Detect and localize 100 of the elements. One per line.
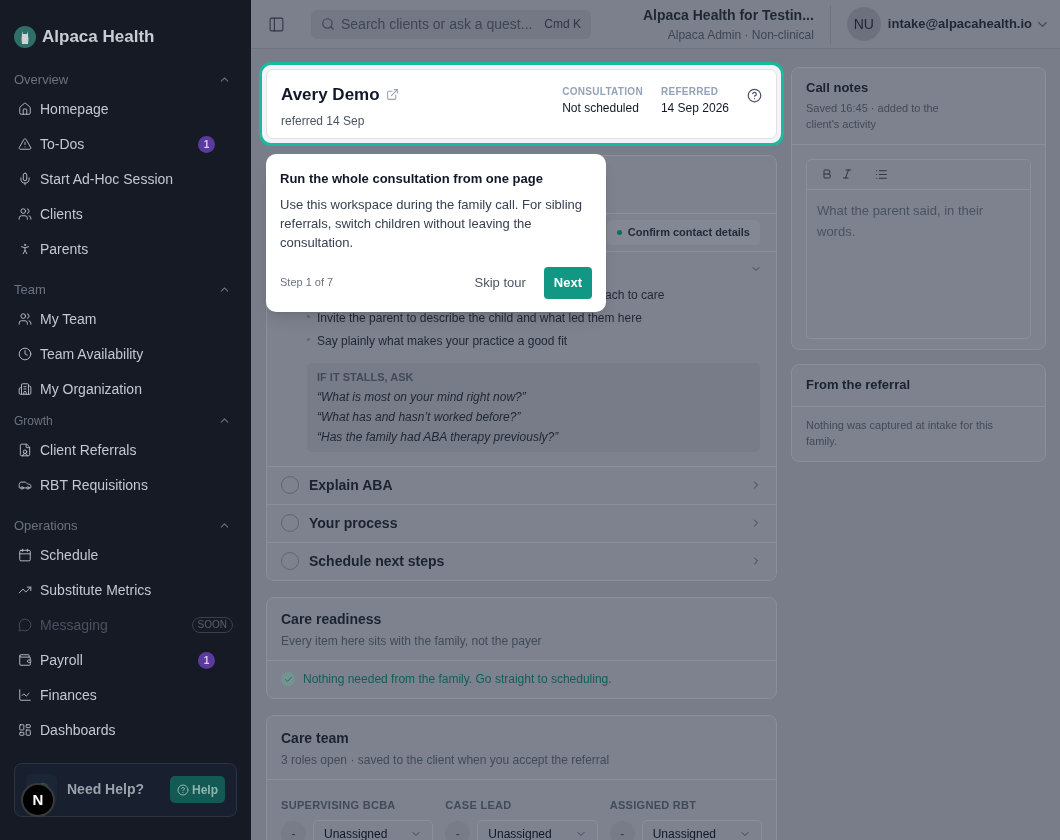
role-label: ASSIGNED RBT [609,797,698,813]
readiness-status: Nothing needed from the family. Go straight to scheduling. [303,671,612,688]
tour-body: Use this workspace during the family call. For sibling referrals, switch children without leaving the consultation. [280,195,583,252]
nav-item[interactable]: My Team [14,301,237,337]
nav-label: Start Ad-Hoc Session [40,169,175,189]
nav-label: To-Dos [40,134,86,154]
prompt-question: “What has and hasn’t worked before?” [317,408,522,426]
nav-label: Dashboards [40,720,117,740]
nav-label: Homepage [40,99,110,119]
nav-label: Messaging [40,615,109,635]
nav-item[interactable]: Dashboards [14,712,237,748]
help-icon[interactable] [747,88,762,103]
org-name: Alpaca Health for Testin... [642,5,814,25]
bullet-text: Say plainly what makes your practice a good fit [317,333,568,350]
building-icon [18,382,32,396]
nav-item[interactable]: Finances [14,677,237,713]
field-label: REFERRED [660,85,720,99]
nav-item[interactable]: Start Ad-Hoc Session [14,161,237,197]
step-title[interactable]: Explain ABA [309,474,740,496]
check-icon [281,672,295,686]
line-chart-icon [18,688,32,702]
next-button[interactable]: Next [543,266,592,299]
role-select[interactable]: Unassigned [313,820,434,840]
help-title: Need Help? [67,780,145,799]
field-value: Not scheduled [562,100,640,117]
prompt-question: “What is most on your mind right now?” [317,388,527,406]
nav-label: Parents [40,239,90,259]
referral-body: Nothing was captured at intake for this family. [806,417,995,449]
card-subtitle: Saved 16:45 · added to the client's activity [806,100,940,132]
chat-bubble-icon [18,618,32,632]
italic-icon[interactable] [841,168,853,180]
nav-item[interactable]: Schedule [14,537,237,573]
role-label: CASE LEAD [445,797,513,813]
section-heading: Growth [14,412,53,430]
prompt-question: “Has the family had ABA therapy previously?” [317,428,560,446]
nav-label: Substitute Metrics [40,580,153,600]
people-icon [18,207,32,221]
person-icon [18,242,32,256]
nav-item[interactable]: Client Referrals [14,432,237,468]
count-badge: 1 [198,651,215,669]
nav-label: My Organization [40,379,143,399]
nav-label: My Team [40,309,98,329]
house-icon [18,102,32,116]
sidebar-toggle-icon[interactable] [268,15,285,33]
nav-label: RBT Requisitions [40,475,149,495]
role-label: SUPERVISING BCBA [281,797,397,813]
nav-label: Schedule [40,545,100,565]
field-value: 14 Sep 2026 [660,100,729,117]
car-icon [18,478,32,492]
nav-label: Finances [40,685,98,705]
brand-name: Alpaca Health [42,26,155,48]
nav-item[interactable]: Team Availability [14,336,237,372]
field-label: CONSULTATION [562,85,643,99]
warning-icon [18,137,32,151]
card-title: Care readiness [281,609,383,629]
nav-label: Client Referrals [40,440,138,460]
step-title[interactable]: Your process [309,512,740,534]
dashboard-icon [18,723,32,737]
section-heading: Operations [14,516,78,535]
nav-item[interactable]: My Organization [14,371,237,407]
nav-item[interactable]: Payroll 1 [14,642,237,678]
step-title[interactable]: Schedule next steps [309,550,740,572]
card-subtitle: Every item here sits with the family, not the payer [281,632,543,650]
bold-icon[interactable] [821,168,833,180]
nav-item[interactable]: Homepage [14,91,237,127]
bullet-text: Invite the parent to describe the child and what led them here [317,310,642,327]
role-select[interactable]: Unassigned [477,820,598,840]
card-title: Care team [281,728,350,748]
section-heading: Team [14,280,46,299]
skip-tour-button[interactable]: Skip tour [474,272,526,293]
nav-item[interactable]: Clients [14,196,237,232]
referred-subtitle: referred 14 Sep [281,113,365,128]
nav-label: Team Availability [40,344,145,364]
nav-item[interactable]: Parents [14,231,237,267]
calendar-icon [18,548,32,562]
contact-chip[interactable]: Confirm contact details [606,220,760,245]
document-icon [18,443,32,457]
search-icon [321,17,335,31]
role-select[interactable]: Unassigned [641,820,762,840]
count-badge: 1 [198,135,215,153]
nav-item[interactable]: To-Dos 1 [14,126,237,162]
tour-step-count: Step 1 of 7 [280,275,335,291]
card-subtitle: 3 roles open · saved to the client when you accept the referral [281,751,611,769]
microphone-icon [18,172,32,186]
help-icon [177,783,189,796]
card-title: Call notes [806,79,870,97]
external-link-icon[interactable] [385,88,399,102]
nav-label: Clients [40,204,84,224]
role-label: Alpaca Admin · Non-clinical [667,26,814,44]
user-email[interactable]: intake@alpacahealth.io [887,14,1032,34]
help-button[interactable]: Help [170,776,225,803]
client-name: Avery Demo [281,84,380,106]
list-icon[interactable] [875,167,888,181]
people-icon [18,312,32,326]
nav-item[interactable]: RBT Requisitions [14,467,237,503]
shortcut-hint: Cmd K [544,16,581,33]
nav-item[interactable]: Substitute Metrics [14,572,237,608]
nav-label: Payroll [40,650,84,670]
bullet-text: ach to care [605,288,665,302]
wallet-icon [18,653,32,667]
